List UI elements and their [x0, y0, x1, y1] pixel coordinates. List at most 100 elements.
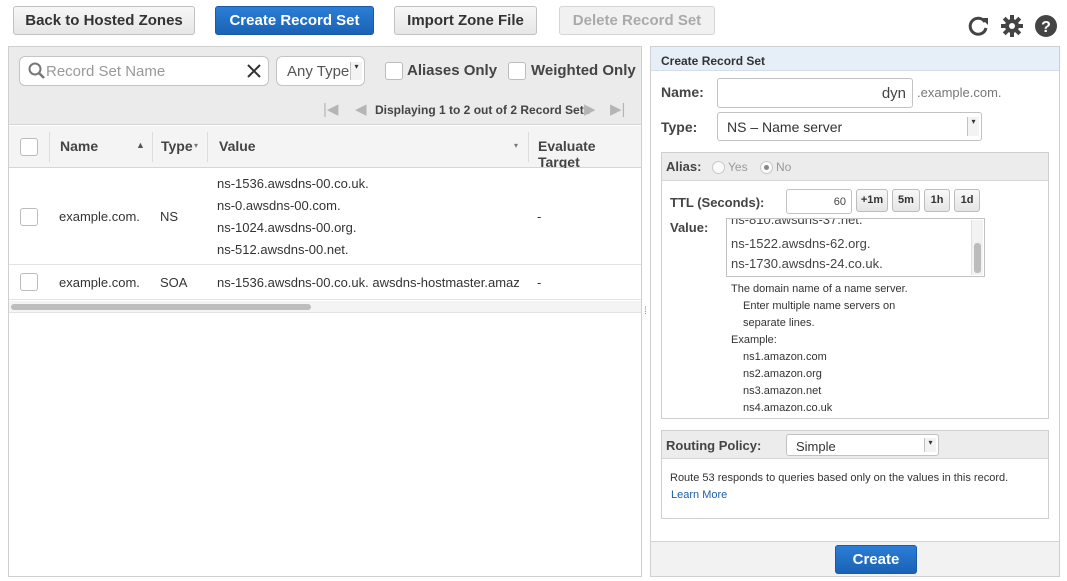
name-input[interactable]: dyn: [717, 78, 913, 108]
value-help-example: ns1.amazon.com: [743, 351, 827, 363]
column-header-name[interactable]: Name: [60, 138, 98, 154]
record-value-line: ns-0.awsdns-00.com.: [217, 198, 341, 213]
aliases-only-label: Aliases Only: [407, 62, 498, 79]
panel-title: Create Record Set: [661, 54, 766, 68]
radio-selected-dot: [764, 165, 769, 170]
back-to-hosted-zones-button[interactable]: Back to Hosted Zones: [13, 6, 195, 35]
value-line: ns-1730.awsdns-24.co.uk.: [731, 256, 883, 271]
alias-no-label: No: [776, 160, 792, 174]
next-page-icon[interactable]: ▶: [584, 100, 596, 118]
column-divider: [49, 132, 50, 162]
type-filter-select[interactable]: Any Type ▾: [276, 56, 365, 86]
panel-splitter-handle[interactable]: ⁞: [644, 306, 647, 317]
search-input[interactable]: Record Set Name: [19, 56, 269, 86]
alias-yes-radio[interactable]: [712, 161, 725, 174]
column-header-value[interactable]: Value: [219, 138, 256, 154]
ttl-plus-1m-button[interactable]: +1m: [856, 189, 888, 212]
record-value-line: ns-1536.awsdns-00.co.uk.: [217, 176, 369, 191]
sort-icon: ▾: [194, 141, 199, 150]
refresh-icon[interactable]: [966, 14, 990, 38]
search-placeholder: Record Set Name: [46, 63, 166, 80]
weighted-only-label: Weighted Only: [531, 62, 636, 79]
routing-policy-select[interactable]: Simple ▾: [786, 434, 939, 456]
table-row[interactable]: example.com. NS ns-1536.awsdns-00.co.uk.…: [9, 168, 641, 265]
record-value-line: ns-1536.awsdns-00.co.uk. awsdns-hostmast…: [217, 275, 519, 290]
scrollbar-thumb[interactable]: [11, 304, 311, 310]
panel-header: Create Record Set: [651, 47, 1059, 71]
sort-ascending-icon: ▲: [136, 140, 145, 150]
svg-text:?: ?: [1041, 19, 1051, 36]
name-suffix: .example.com.: [917, 85, 1002, 100]
value-help-text: separate lines.: [743, 317, 815, 329]
value-line: ns-810.awsdns-37.net.: [731, 218, 863, 227]
name-label: Name:: [661, 84, 704, 100]
table-header: Name ▲ Type ▾ Value ▾ Evaluate Target: [9, 126, 641, 170]
record-type-select[interactable]: NS – Name server ▾: [717, 112, 982, 141]
value-help-example-label: Example:: [731, 334, 777, 346]
record-type: SOA: [160, 275, 188, 290]
column-divider: [207, 132, 208, 162]
aliases-only-checkbox[interactable]: [385, 62, 403, 80]
record-name: example.com.: [59, 275, 140, 290]
scrollbar-thumb[interactable]: [974, 243, 981, 273]
ttl-1d-button[interactable]: 1d: [954, 189, 980, 212]
record-details-section: Alias: Yes No TTL (Seconds): 60 +1m 5m 1…: [661, 152, 1049, 419]
value-textarea[interactable]: ns-810.awsdns-37.net. ns-1522.awsdns-62.…: [726, 218, 985, 277]
gear-icon[interactable]: [1000, 14, 1024, 38]
alias-row: Alias: Yes No: [662, 153, 1048, 181]
first-page-icon[interactable]: |◀: [323, 100, 338, 118]
sort-icon: ▾: [514, 141, 519, 150]
value-scrollbar[interactable]: [971, 220, 983, 275]
column-divider: [152, 132, 153, 162]
record-sets-panel: Record Set Name Any Type ▾ Aliases Only …: [8, 46, 642, 577]
name-input-value: dyn: [881, 85, 906, 102]
column-header-evaluate-target[interactable]: Evaluate Target: [538, 138, 641, 170]
ttl-input[interactable]: 60: [786, 189, 852, 214]
record-type: NS: [160, 209, 179, 224]
routing-policy-row: Routing Policy: Simple ▾: [662, 431, 1048, 459]
alias-label: Alias:: [666, 159, 702, 174]
horizontal-scrollbar[interactable]: [9, 301, 641, 313]
column-divider: [528, 132, 529, 162]
type-label: Type:: [661, 119, 698, 135]
chevron-down-icon: ▾: [924, 438, 936, 452]
weighted-only-checkbox[interactable]: [508, 62, 526, 80]
value-help-text: Enter multiple name servers on: [743, 300, 896, 312]
delete-record-set-button: Delete Record Set: [559, 6, 715, 35]
clear-search-icon[interactable]: [246, 63, 262, 79]
help-icon[interactable]: ?: [1034, 14, 1058, 38]
row-checkbox[interactable]: [20, 273, 38, 291]
learn-more-link[interactable]: Learn More: [671, 489, 727, 501]
chevron-down-icon: ▾: [350, 62, 362, 80]
value-help-example: ns4.amazon.co.uk: [743, 402, 833, 414]
select-all-checkbox[interactable]: [20, 138, 38, 156]
ttl-5m-button[interactable]: 5m: [892, 189, 920, 212]
create-record-set-button[interactable]: Create Record Set: [215, 6, 374, 35]
value-line: ns-1522.awsdns-62.org.: [731, 236, 871, 251]
search-icon: [28, 62, 45, 79]
pager-text: Displaying 1 to 2 out of 2 Record Sets: [375, 103, 591, 117]
create-button[interactable]: Create: [835, 545, 917, 574]
last-page-icon[interactable]: ▶|: [610, 100, 625, 118]
type-filter-value: Any Type: [287, 63, 350, 80]
alias-yes-label: Yes: [728, 160, 748, 174]
routing-policy-description: Route 53 responds to queries based only …: [670, 472, 1009, 484]
record-type-value: NS – Name server: [727, 119, 843, 135]
filter-bar: Record Set Name Any Type ▾ Aliases Only …: [9, 47, 641, 125]
routing-policy-value: Simple: [796, 439, 836, 454]
record-evaluate-target: -: [537, 209, 542, 224]
create-record-set-panel: Create Record Set Name: dyn .example.com…: [650, 46, 1060, 577]
ttl-1h-button[interactable]: 1h: [924, 189, 950, 212]
import-zone-file-button[interactable]: Import Zone File: [394, 6, 537, 35]
column-header-type[interactable]: Type: [161, 138, 193, 154]
value-help-text: The domain name of a name server.: [731, 283, 908, 295]
table-row[interactable]: example.com. SOA ns-1536.awsdns-00.co.uk…: [9, 265, 641, 300]
alias-no-radio[interactable]: [760, 161, 773, 174]
panel-footer: Create: [651, 541, 1059, 576]
record-evaluate-target: -: [537, 275, 542, 290]
routing-policy-label: Routing Policy:: [666, 438, 762, 453]
ttl-label: TTL (Seconds):: [670, 195, 765, 210]
chevron-down-icon: ▾: [967, 117, 979, 136]
previous-page-icon[interactable]: ◀: [355, 100, 367, 118]
row-checkbox[interactable]: [20, 208, 38, 226]
